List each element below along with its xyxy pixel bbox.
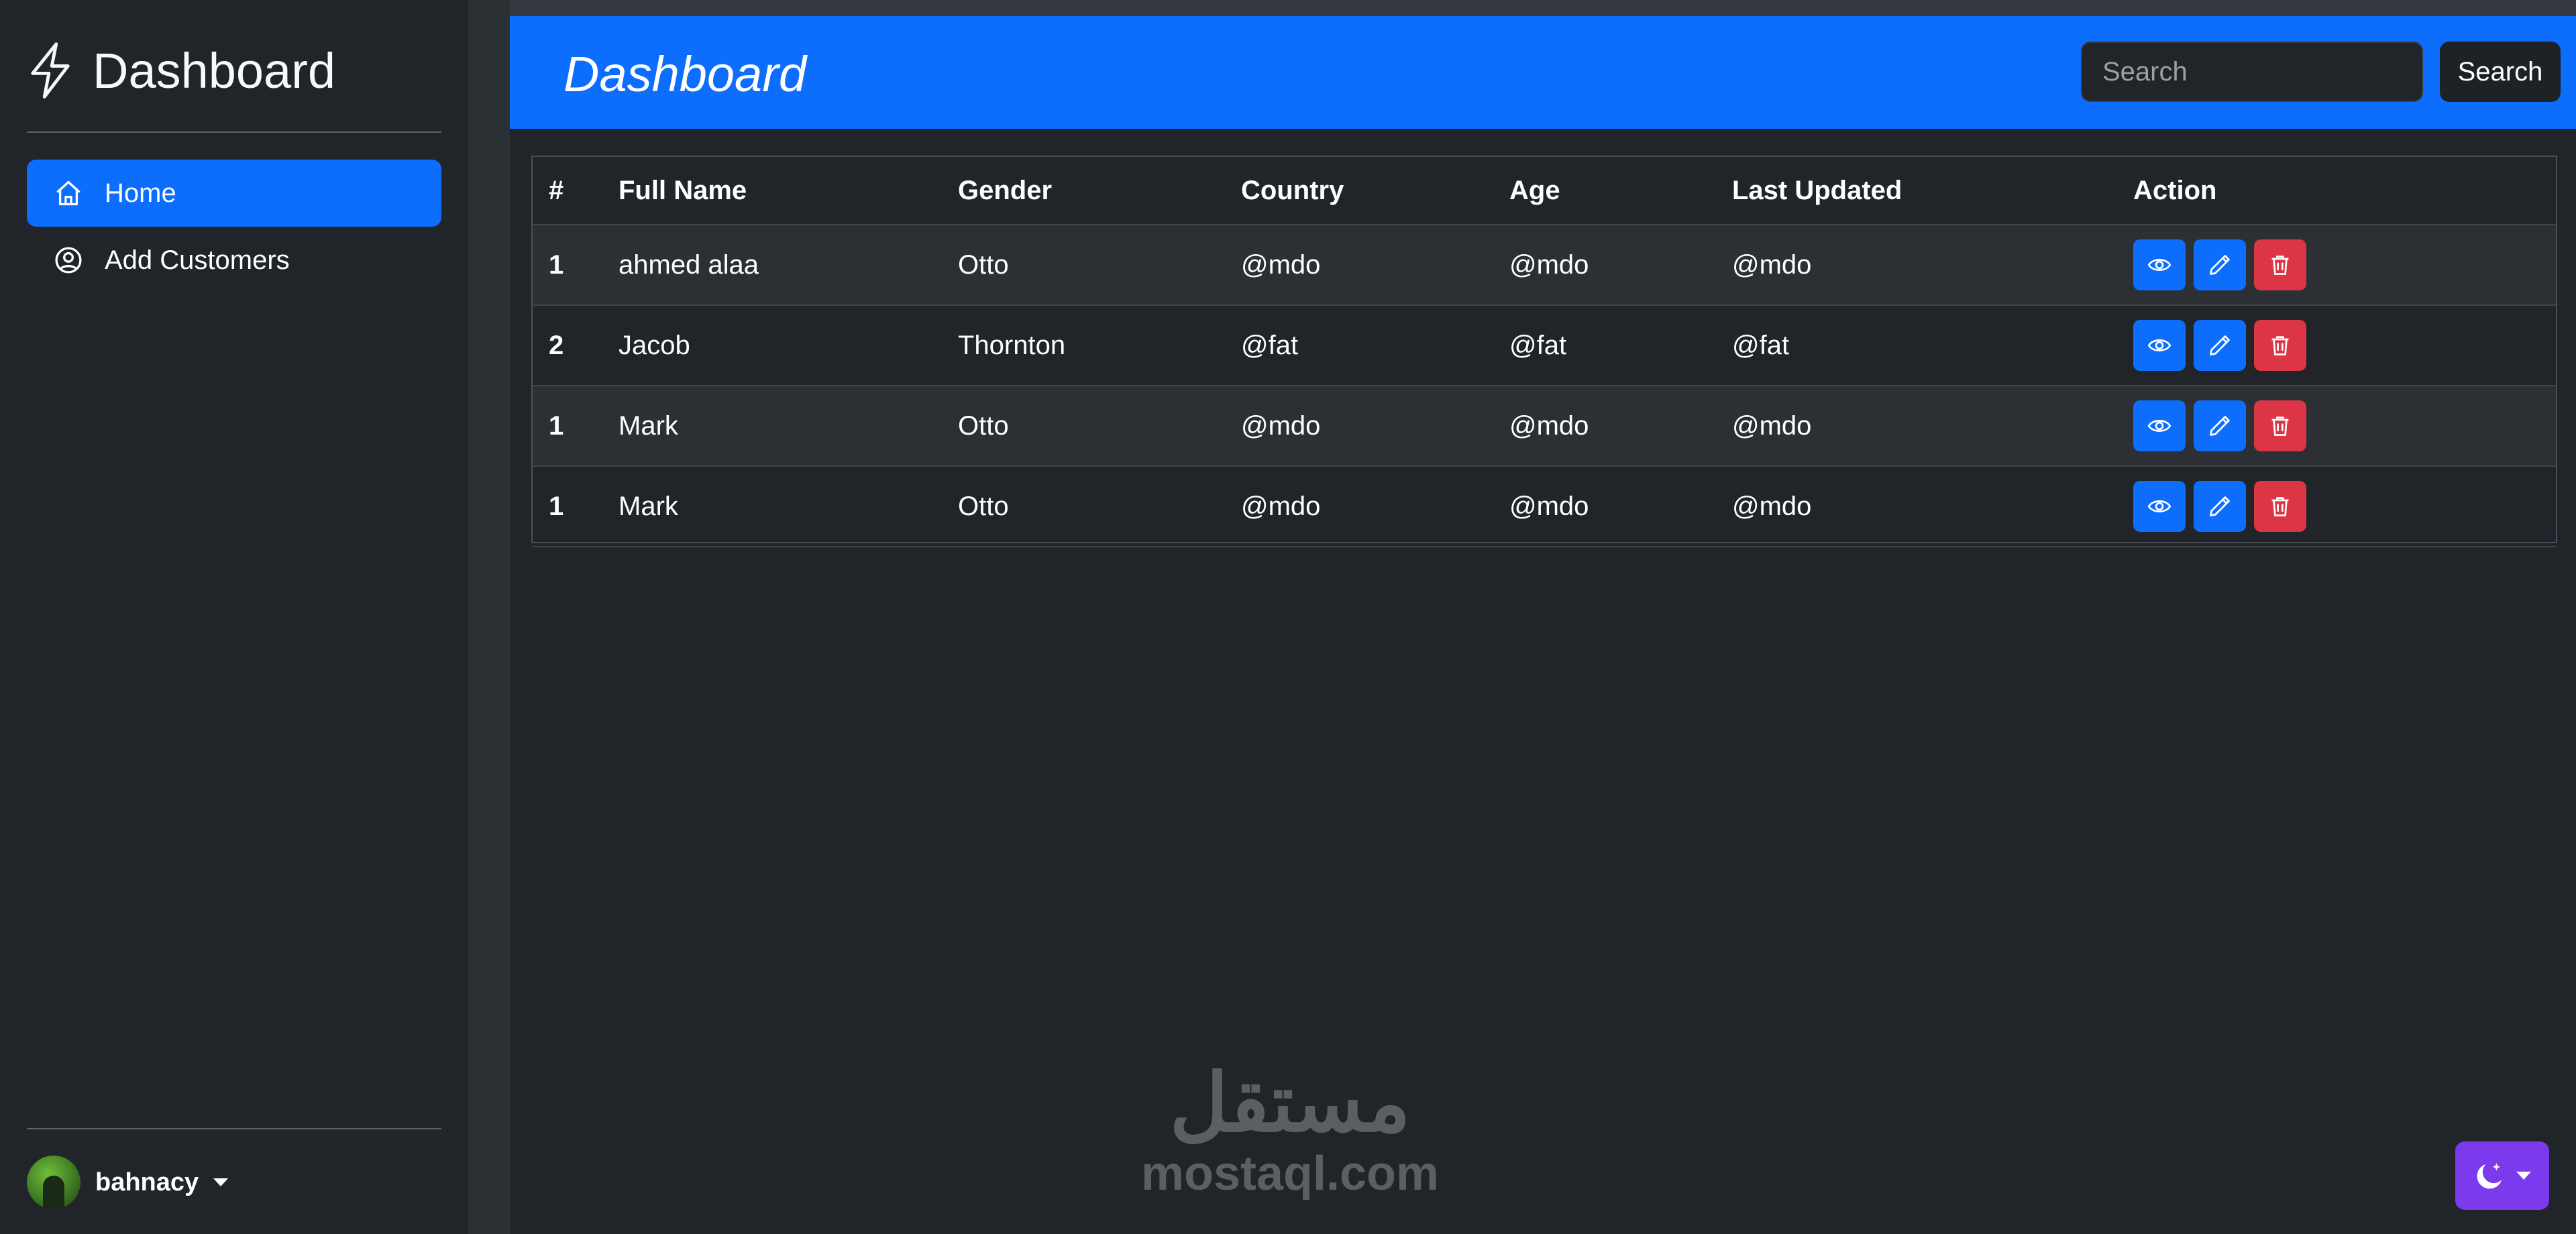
trash-icon: [2268, 494, 2292, 518]
cell-age: @fat: [1509, 305, 1732, 386]
lightning-icon: [31, 42, 70, 99]
edit-button[interactable]: [2194, 320, 2246, 371]
view-button[interactable]: [2133, 481, 2186, 532]
search-input[interactable]: [2081, 42, 2423, 102]
column-header-country: Country: [1241, 157, 1509, 225]
cell-country: @mdo: [1241, 225, 1509, 306]
table-header-row: # Full Name Gender Country Age Last Upda…: [533, 157, 2556, 225]
column-header-full-name: Full Name: [619, 157, 958, 225]
avatar: [27, 1156, 80, 1209]
search-button[interactable]: Search: [2440, 42, 2561, 102]
sidebar-item-label: Home: [105, 178, 176, 208]
edit-button[interactable]: [2194, 239, 2246, 290]
cell-age: @mdo: [1509, 225, 1732, 306]
column-header-last-updated: Last Updated: [1732, 157, 2133, 225]
delete-button[interactable]: [2254, 481, 2306, 532]
sidebar: Dashboard Home Add Customers bahnacy: [0, 0, 468, 1234]
cell-number: 1: [533, 225, 619, 306]
header-bar: Dashboard Search: [510, 16, 2576, 129]
cell-country: @mdo: [1241, 386, 1509, 467]
brand-title: Dashboard: [93, 42, 336, 99]
pencil-icon: [2208, 494, 2232, 518]
main-content: Dashboard Search # Full Name Gender Coun…: [510, 0, 2576, 1234]
table-row: 1 Mark Otto @mdo @mdo @mdo: [533, 466, 2556, 547]
chevron-down-icon: [2516, 1172, 2531, 1180]
sidebar-item-home[interactable]: Home: [27, 160, 441, 227]
action-group: [2133, 239, 2556, 290]
trash-icon: [2268, 253, 2292, 277]
trash-icon: [2268, 414, 2292, 438]
user-name: bahnacy: [95, 1168, 199, 1196]
watermark-latin: mostaql.com: [1140, 1147, 1440, 1200]
sidebar-item-add-customers[interactable]: Add Customers: [27, 227, 441, 294]
cell-full-name: Mark: [619, 466, 958, 547]
user-menu[interactable]: bahnacy: [27, 1152, 229, 1213]
delete-button[interactable]: [2254, 239, 2306, 290]
page-title: Dashboard: [564, 46, 807, 102]
edit-button[interactable]: [2194, 400, 2246, 451]
cell-last-updated: @mdo: [1732, 466, 2133, 547]
delete-button[interactable]: [2254, 320, 2306, 371]
cell-age: @mdo: [1509, 386, 1732, 467]
user-circle-icon: [55, 247, 82, 274]
cell-number: 2: [533, 305, 619, 386]
eye-icon: [2147, 253, 2171, 277]
cell-last-updated: @mdo: [1732, 225, 2133, 306]
eye-icon: [2147, 333, 2171, 357]
cell-action: [2133, 466, 2556, 547]
eye-icon: [2147, 494, 2171, 518]
watermark-arabic: مستقل: [1169, 1058, 1411, 1148]
cell-full-name: Jacob: [619, 305, 958, 386]
pencil-icon: [2208, 253, 2232, 277]
table-row: 1 Mark Otto @mdo @mdo @mdo: [533, 386, 2556, 467]
top-strip: [510, 0, 2576, 16]
cell-gender: Otto: [958, 386, 1241, 467]
sidebar-brand[interactable]: Dashboard: [27, 34, 335, 107]
pencil-icon: [2208, 414, 2232, 438]
column-header-action: Action: [2133, 157, 2556, 225]
sidebar-item-label: Add Customers: [105, 245, 290, 275]
view-button[interactable]: [2133, 320, 2186, 371]
pencil-icon: [2208, 333, 2232, 357]
cell-last-updated: @mdo: [1732, 386, 2133, 467]
cell-action: [2133, 225, 2556, 306]
column-header-gender: Gender: [958, 157, 1241, 225]
cell-gender: Otto: [958, 225, 1241, 306]
chevron-down-icon: [213, 1178, 229, 1186]
cell-gender: Thornton: [958, 305, 1241, 386]
cell-action: [2133, 386, 2556, 467]
customers-table: # Full Name Gender Country Age Last Upda…: [531, 156, 2557, 547]
watermark: مستقل mostaql.com: [1132, 1060, 1448, 1200]
cell-number: 1: [533, 466, 619, 547]
action-group: [2133, 320, 2556, 371]
cell-last-updated: @fat: [1732, 305, 2133, 386]
column-header-age: Age: [1509, 157, 1732, 225]
cell-full-name: Mark: [619, 386, 958, 467]
sidebar-gutter: [468, 0, 510, 1234]
action-group: [2133, 481, 2556, 532]
cell-gender: Otto: [958, 466, 1241, 547]
edit-button[interactable]: [2194, 481, 2246, 532]
eye-icon: [2147, 414, 2171, 438]
table-row: 2 Jacob Thornton @fat @fat @fat: [533, 305, 2556, 386]
cell-number: 1: [533, 386, 619, 467]
sidebar-divider-top: [27, 131, 441, 133]
cell-action: [2133, 305, 2556, 386]
moon-stars-icon: [2477, 1163, 2502, 1189]
delete-button[interactable]: [2254, 400, 2306, 451]
trash-icon: [2268, 333, 2292, 357]
theme-toggle-button[interactable]: [2455, 1141, 2549, 1210]
action-group: [2133, 400, 2556, 451]
view-button[interactable]: [2133, 239, 2186, 290]
sidebar-divider-bottom: [27, 1128, 441, 1129]
home-icon: [56, 180, 80, 206]
cell-country: @mdo: [1241, 466, 1509, 547]
view-button[interactable]: [2133, 400, 2186, 451]
cell-age: @mdo: [1509, 466, 1732, 547]
cell-full-name: ahmed alaa: [619, 225, 958, 306]
column-header-number: #: [533, 157, 619, 225]
table-row: 1 ahmed alaa Otto @mdo @mdo @mdo: [533, 225, 2556, 306]
cell-country: @fat: [1241, 305, 1509, 386]
